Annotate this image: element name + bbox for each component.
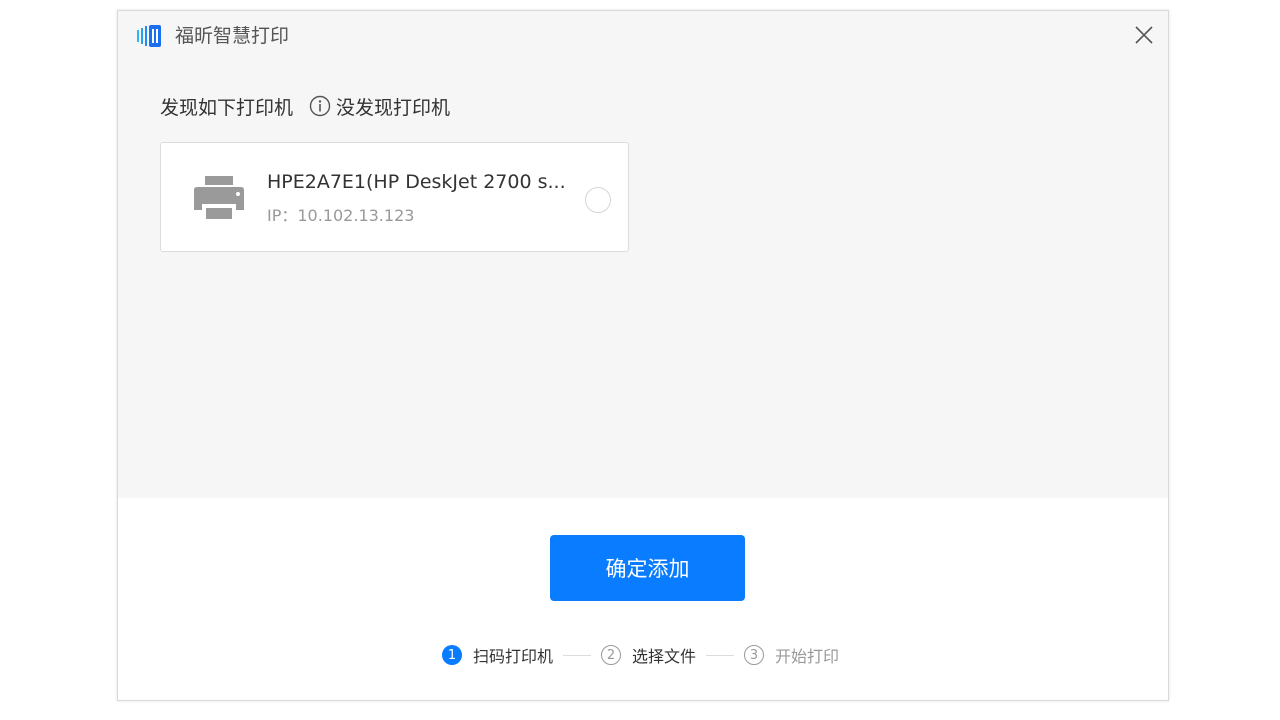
step-label: 选择文件 (632, 647, 697, 666)
printer-name: HPE2A7E1(HP DeskJet 2700 s... (267, 171, 566, 193)
app-title: 福昕智慧打印 (175, 25, 290, 47)
step-select-file: 2 选择文件 (601, 643, 696, 667)
titlebar: 福昕智慧打印 (118, 11, 1168, 61)
printer-ip: IP：10.102.13.123 (267, 206, 415, 225)
step-label: 扫码打印机 (473, 647, 554, 666)
printer-discovery-panel: 福昕智慧打印 发现如下打印机 没发现打印机 HPE2A7E1(HP DeskJe… (118, 11, 1168, 498)
progress-steps: 1 扫码打印机 2 选择文件 3 开始打印 (442, 643, 839, 667)
discovery-heading: 发现如下打印机 (160, 96, 294, 119)
not-found-link[interactable]: 没发现打印机 (309, 93, 450, 120)
discovery-heading-row: 发现如下打印机 没发现打印机 (160, 92, 450, 120)
step-divider (706, 654, 735, 656)
info-icon (309, 95, 331, 117)
step-number: 2 (601, 645, 622, 665)
step-number: 1 (442, 645, 462, 665)
printer-card[interactable]: HPE2A7E1(HP DeskJet 2700 s... IP：10.102.… (160, 142, 629, 252)
confirm-add-button[interactable]: 确定添加 (550, 535, 745, 601)
printer-icon (194, 176, 244, 219)
print-dialog: 福昕智慧打印 发现如下打印机 没发现打印机 HPE2A7E1(HP DeskJe… (117, 10, 1169, 701)
step-divider (563, 654, 592, 656)
app-logo-icon (137, 25, 161, 47)
step-number: 3 (744, 645, 765, 665)
step-label: 开始打印 (775, 647, 840, 666)
close-icon[interactable] (1134, 25, 1154, 45)
step-scan: 1 扫码打印机 (442, 643, 553, 667)
printer-select-radio[interactable] (585, 187, 611, 213)
step-start-print: 3 开始打印 (744, 643, 839, 667)
not-found-label: 没发现打印机 (336, 96, 451, 119)
